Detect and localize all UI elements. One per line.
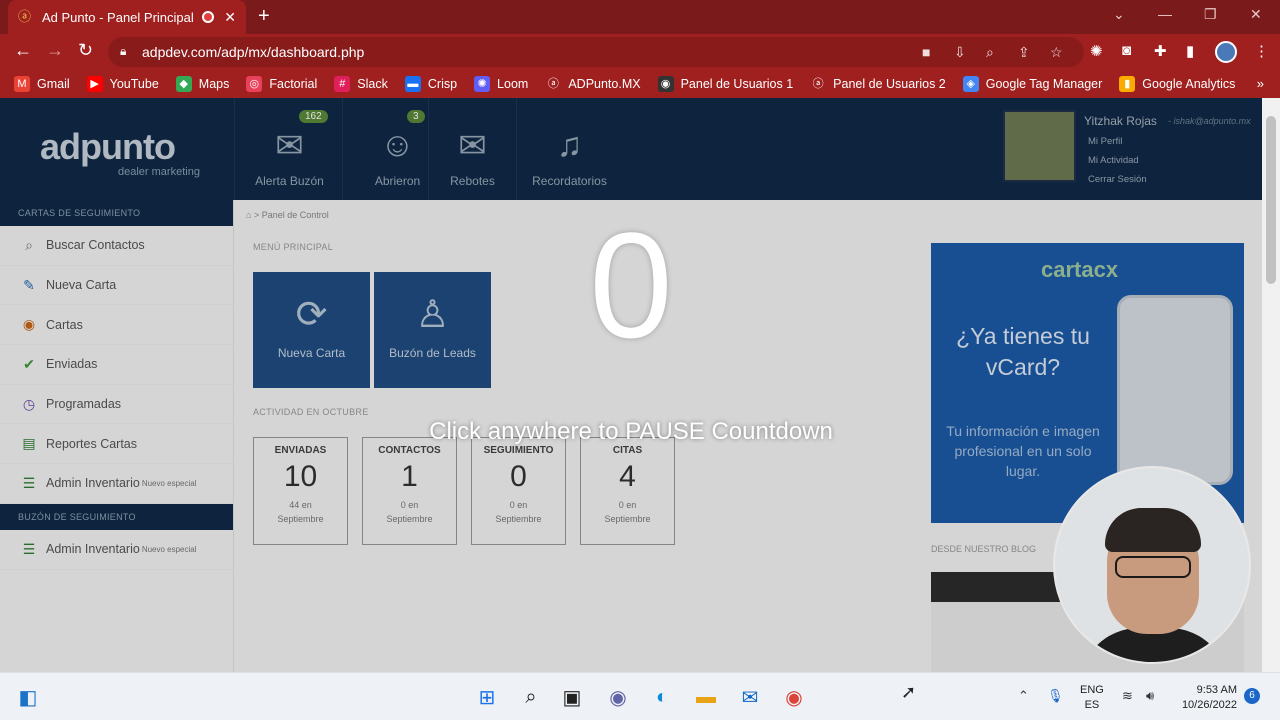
youtube-icon: ▶ xyxy=(86,76,103,92)
maps-icon: ◆ xyxy=(175,76,192,92)
bookmark-item[interactable]: # Slack xyxy=(334,76,388,92)
zoom-icon[interactable]: ⌕ xyxy=(986,44,994,61)
bookmark-item[interactable]: ◉ Panel de Usuarios 1 xyxy=(657,76,794,92)
windows-taskbar: ◧ ⊞ ⌕ ▣ ◉ ◐ ▬ ✉ ◉ ⌃ 🎙︎ ENG ES ≋ 🔊︎ 9:53 … xyxy=(0,672,1280,720)
notification-badge[interactable]: 6 xyxy=(1244,688,1260,704)
crisp-icon: ▬ xyxy=(404,76,421,92)
gmail-icon: M xyxy=(14,76,30,92)
windows-start-icon[interactable]: ⊞ xyxy=(473,683,501,711)
file-explorer-icon[interactable]: ▬ xyxy=(692,683,720,711)
task-view-button-icon[interactable]: ▣ xyxy=(558,683,586,711)
mouse-cursor-icon: ➚ xyxy=(901,682,917,702)
browser-toolbar: ← → ↻ 🔒︎ adpdev.com/adp/mx/dashboard.php… xyxy=(0,34,1280,70)
bookmark-item[interactable]: ◈ Google Tag Manager xyxy=(962,76,1103,92)
extension-loom-icon[interactable]: ✺ xyxy=(1090,42,1103,60)
slack-icon: # xyxy=(334,76,351,92)
countdown-number: 0 xyxy=(589,201,673,369)
tab-search-icon[interactable]: ⌄ xyxy=(1113,6,1125,23)
address-bar[interactable]: 🔒︎ adpdev.com/adp/mx/dashboard.php ■ ⇩ ⌕… xyxy=(108,37,1084,67)
bookmark-item[interactable]: ⓐ ADPunto.MX xyxy=(545,76,641,92)
bookmark-label: Gmail xyxy=(37,77,70,91)
webcam-person-glasses xyxy=(1115,556,1191,578)
minimize-icon[interactable]: — xyxy=(1158,6,1172,22)
reload-icon[interactable]: ↻ xyxy=(78,40,93,61)
bookmark-item[interactable]: ⓐ Panel de Usuarios 2 xyxy=(810,76,946,92)
bookmark-label: Panel de Usuarios 1 xyxy=(680,77,794,91)
webcam-person-hair xyxy=(1105,508,1201,552)
close-tab-icon[interactable]: ✕ xyxy=(224,9,236,26)
bookmark-label: Factorial xyxy=(269,77,318,91)
share-icon[interactable]: ⇪ xyxy=(1018,44,1030,61)
adpunto-icon: ⓐ xyxy=(545,76,562,92)
bookmark-label: Google Tag Manager xyxy=(985,77,1103,91)
bookmark-item[interactable]: ▮ Google Analytics xyxy=(1119,76,1235,92)
bookmark-label: Maps xyxy=(198,77,230,91)
recording-icon xyxy=(202,11,215,23)
more-bookmarks-icon[interactable]: » xyxy=(1257,76,1264,91)
back-icon[interactable]: ← xyxy=(14,40,32,61)
bookmark-item[interactable]: ◎ Factorial xyxy=(246,76,317,92)
extension-camera-icon[interactable]: ◙ xyxy=(1122,42,1131,59)
scrollbar-thumb[interactable] xyxy=(1266,116,1276,284)
bookmark-star-icon[interactable]: ☆ xyxy=(1050,44,1063,61)
new-tab-button[interactable]: + xyxy=(258,5,270,28)
teams-icon[interactable]: ◉ xyxy=(604,683,632,711)
microphone-icon[interactable]: 🎙︎ xyxy=(1047,688,1064,704)
globe-icon: ◉ xyxy=(657,76,674,92)
menu-kebab-icon[interactable]: ⋮ xyxy=(1254,42,1269,60)
volume-icon[interactable]: 🔊︎ xyxy=(1146,688,1154,704)
close-window-icon[interactable]: ✕ xyxy=(1250,6,1262,23)
bookmark-label: Google Analytics xyxy=(1142,77,1236,91)
bookmark-item[interactable]: ▶ YouTube xyxy=(86,76,159,92)
tab-title: Ad Punto - Panel Principal xyxy=(42,9,194,25)
side-panel-icon[interactable]: ▮ xyxy=(1186,42,1194,60)
bookmarks-bar: M Gmail ▶ YouTube ◆ Maps ◎ Factorial # Slack ▬ Cris… xyxy=(0,70,1280,98)
page-scrollbar[interactable] xyxy=(1262,98,1280,672)
bookmark-label: YouTube xyxy=(109,77,159,91)
adpunto-favicon-icon: ⓐ xyxy=(18,9,32,24)
show-hidden-icons-icon[interactable]: ⌃ xyxy=(1018,688,1029,704)
bookmark-label: Crisp xyxy=(427,77,458,91)
url-text: adpdev.com/adp/mx/dashboard.php xyxy=(142,44,365,60)
adpunto-icon: ⓐ xyxy=(810,76,827,92)
analytics-icon: ▮ xyxy=(1119,76,1136,92)
search-icon[interactable]: ⌕ xyxy=(517,683,545,711)
bookmark-item[interactable]: ◆ Maps xyxy=(175,76,230,92)
edge-icon[interactable]: ◐ xyxy=(648,683,676,711)
lock-icon: 🔒︎ xyxy=(120,44,127,58)
bookmark-label: ADPunto.MX xyxy=(568,77,641,91)
bookmark-label: Panel de Usuarios 2 xyxy=(833,77,946,91)
clock-date: 10/26/2022 xyxy=(1181,699,1237,711)
forward-icon[interactable]: → xyxy=(46,40,64,61)
lang-secondary: ES xyxy=(1084,699,1100,711)
bookmark-item[interactable]: ✺ Loom xyxy=(474,76,528,92)
system-clock[interactable]: 9:53 AM 10/26/2022 xyxy=(1180,683,1237,713)
wifi-icon[interactable]: ≋ xyxy=(1122,688,1133,704)
mail-icon[interactable]: ✉ xyxy=(736,683,764,711)
profile-avatar[interactable] xyxy=(1215,41,1237,63)
restore-icon[interactable]: ❐ xyxy=(1204,6,1217,23)
browser-tab[interactable]: ⓐ Ad Punto - Panel Principal ✕ xyxy=(8,0,246,34)
language-indicator[interactable]: ENG ES xyxy=(1080,683,1104,713)
camera-blocked-icon[interactable]: ■ xyxy=(922,44,930,60)
tag-manager-icon: ◈ xyxy=(962,76,979,92)
install-icon[interactable]: ⇩ xyxy=(954,44,966,61)
bookmark-label: Loom xyxy=(497,77,529,91)
chrome-icon[interactable]: ◉ xyxy=(780,683,808,711)
bookmark-label: Slack xyxy=(357,77,388,91)
bookmark-item[interactable]: ▬ Crisp xyxy=(404,76,458,92)
loom-icon: ✺ xyxy=(474,76,491,92)
factorial-icon: ◎ xyxy=(246,76,263,92)
bookmark-item[interactable]: M Gmail xyxy=(14,76,70,92)
extensions-puzzle-icon[interactable]: ✚ xyxy=(1154,42,1167,60)
task-view-icon[interactable]: ◧ xyxy=(14,683,42,711)
pause-countdown-message: Click anywhere to PAUSE Countdown xyxy=(429,418,833,445)
lang-primary: ENG xyxy=(1080,684,1104,696)
clock-time: 9:53 AM xyxy=(1196,684,1237,696)
tab-strip: ⓐ Ad Punto - Panel Principal ✕ + ⌄ — ❐ ✕ xyxy=(0,0,1280,34)
webcam-bubble[interactable] xyxy=(1053,466,1251,664)
